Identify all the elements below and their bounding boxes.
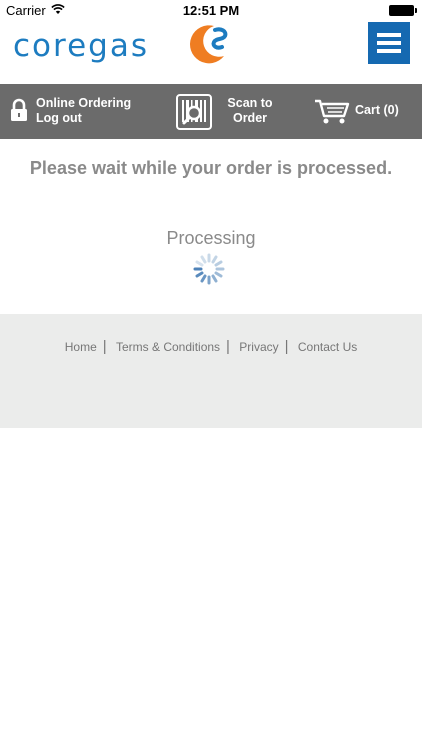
footer-link-home[interactable]: Home [59,340,103,354]
footer-separator: | [284,338,289,355]
footer: Home | Terms & Conditions | Privacy | Conta… [0,314,422,428]
lock-icon [11,98,27,121]
battery-icon [389,5,417,16]
coregas-logo-mark-icon [190,25,228,64]
logo-text: coregas [13,28,149,64]
clock: 12:51 PM [182,3,240,18]
cart-icon[interactable] [314,99,350,125]
footer-separator: | [102,338,107,355]
scan-to-order-button[interactable]: Scan to Order [222,96,278,126]
menu-bar [377,33,401,37]
footer-link-privacy[interactable]: Privacy [233,340,284,354]
footer-link-terms[interactable]: Terms & Conditions [110,340,226,354]
menu-bar [377,41,401,45]
footer-link-contact[interactable]: Contact Us [292,340,363,354]
footer-links: Home | Terms & Conditions | Privacy | Conta… [0,338,422,355]
logout-link[interactable]: Log out [36,111,131,126]
barcode-scan-icon[interactable] [176,94,212,130]
menu-bar [377,49,401,53]
hamburger-menu-button[interactable] [368,22,410,64]
online-ordering-link[interactable]: Online Ordering [36,96,131,111]
processing-message: Please wait while your order is processe… [29,158,393,178]
cart-button[interactable]: Cart (0) [355,103,399,117]
status-bar: Carrier 12:51 PM [0,0,422,22]
loading-spinner-icon [193,253,225,285]
scan-label-line2: Order [232,111,268,125]
processing-label: Processing [166,228,256,248]
nav-bar: Online Ordering Log out Scan to Order Ca… [0,84,422,139]
scan-label-line1: Scan to [227,96,273,110]
account-links: Online Ordering Log out [36,96,131,126]
header: coregas [0,22,422,84]
footer-separator: | [226,338,230,355]
